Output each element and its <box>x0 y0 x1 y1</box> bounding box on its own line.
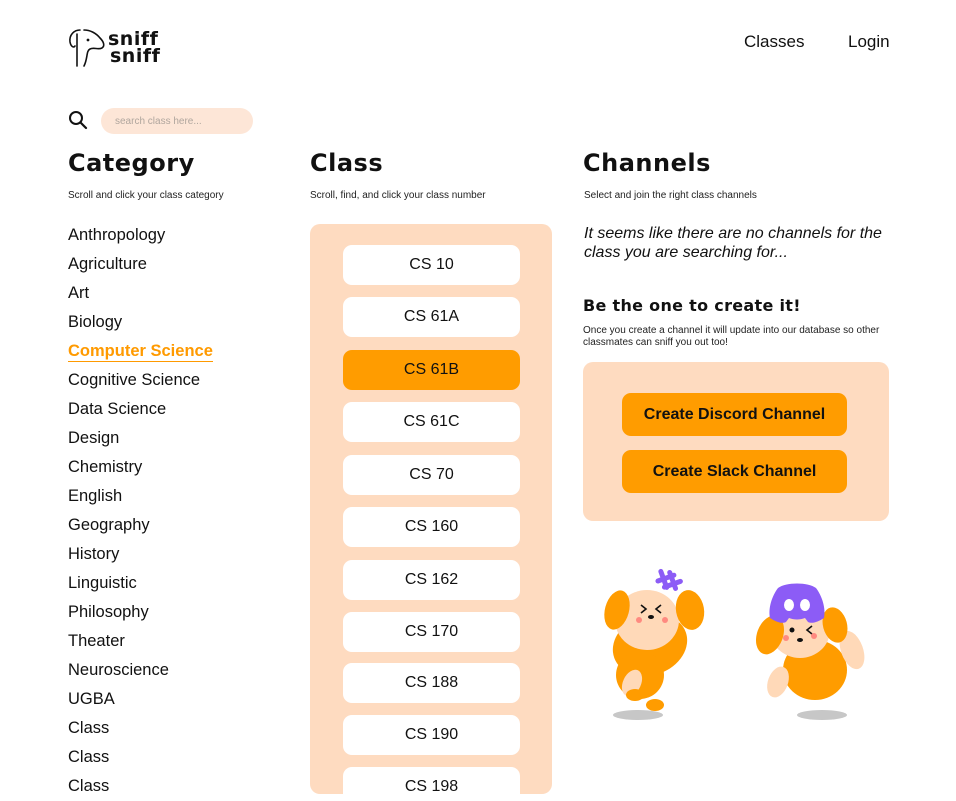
class-item-cs-170[interactable]: CS 170 <box>343 612 520 652</box>
category-item-cognitive-science[interactable]: Cognitive Science <box>68 366 213 395</box>
logo-text-line2: sniff <box>110 45 161 67</box>
class-item-cs-61c[interactable]: CS 61C <box>343 402 520 442</box>
class-item-cs-10[interactable]: CS 10 <box>343 245 520 285</box>
class-item-cs-61b[interactable]: CS 61B <box>343 350 520 390</box>
category-title: Category <box>68 149 195 177</box>
channels-title: Channels <box>583 149 711 177</box>
category-item-anthropology[interactable]: Anthropology <box>68 221 213 250</box>
category-item-design[interactable]: Design <box>68 424 213 453</box>
class-item-cs-188[interactable]: CS 188 <box>343 663 520 703</box>
class-list-panel[interactable]: CS 10 CS 61A CS 61B CS 61C CS 70 CS 160 … <box>310 224 552 794</box>
nav-login-link[interactable]: Login <box>848 32 890 52</box>
class-title: Class <box>310 149 384 177</box>
category-item-chemistry[interactable]: Chemistry <box>68 453 213 482</box>
category-item-class[interactable]: Class <box>68 714 213 743</box>
slack-mascot-illustration <box>604 568 705 720</box>
sniff-sniff-logo[interactable]: sniff sniff <box>66 26 166 72</box>
category-item-linguistic[interactable]: Linguistic <box>68 569 213 598</box>
category-item-philosophy[interactable]: Philosophy <box>68 598 213 627</box>
dog-head-logo-icon <box>69 29 105 67</box>
no-channels-message: It seems like there are no channels for … <box>584 225 882 261</box>
category-item-english[interactable]: English <box>68 482 213 511</box>
create-channel-heading: Be the one to create it! <box>583 296 801 315</box>
category-subtitle: Scroll and click your class category <box>68 190 224 201</box>
class-item-cs-61a[interactable]: CS 61A <box>343 297 520 337</box>
nav-classes-link[interactable]: Classes <box>744 32 804 52</box>
create-slack-channel-button[interactable]: Create Slack Channel <box>622 450 847 493</box>
search-input[interactable] <box>101 108 253 134</box>
category-item-history[interactable]: History <box>68 540 213 569</box>
category-item-class[interactable]: Class <box>68 743 213 772</box>
create-discord-channel-button[interactable]: Create Discord Channel <box>622 393 847 436</box>
class-item-cs-160[interactable]: CS 160 <box>343 507 520 547</box>
category-item-data-science[interactable]: Data Science <box>68 395 213 424</box>
class-item-cs-70[interactable]: CS 70 <box>343 455 520 495</box>
category-item-theater[interactable]: Theater <box>68 627 213 656</box>
category-item-neuroscience[interactable]: Neuroscience <box>68 656 213 685</box>
category-item-geography[interactable]: Geography <box>68 511 213 540</box>
category-item-agriculture[interactable]: Agriculture <box>68 250 213 279</box>
category-item-ugba[interactable]: UGBA <box>68 685 213 714</box>
channels-subtitle: Select and join the right class channels <box>584 190 757 201</box>
search-icon[interactable] <box>68 110 88 130</box>
category-item-computer-science[interactable]: Computer Science <box>68 337 213 366</box>
create-channel-panel: Create Discord Channel Create Slack Chan… <box>583 362 889 521</box>
category-item-art[interactable]: Art <box>68 279 213 308</box>
discord-mascot-illustration <box>755 583 865 720</box>
category-list: Anthropology Agriculture Art Biology Com… <box>68 221 213 801</box>
class-item-cs-198[interactable]: CS 198 <box>343 767 520 794</box>
class-subtitle: Scroll, find, and click your class numbe… <box>310 190 486 201</box>
create-channel-description: Once you create a channel it will update… <box>583 325 880 348</box>
class-item-cs-162[interactable]: CS 162 <box>343 560 520 600</box>
class-item-cs-190[interactable]: CS 190 <box>343 715 520 755</box>
category-item-biology[interactable]: Biology <box>68 308 213 337</box>
category-item-class[interactable]: Class <box>68 772 213 801</box>
discord-icon <box>769 583 825 623</box>
